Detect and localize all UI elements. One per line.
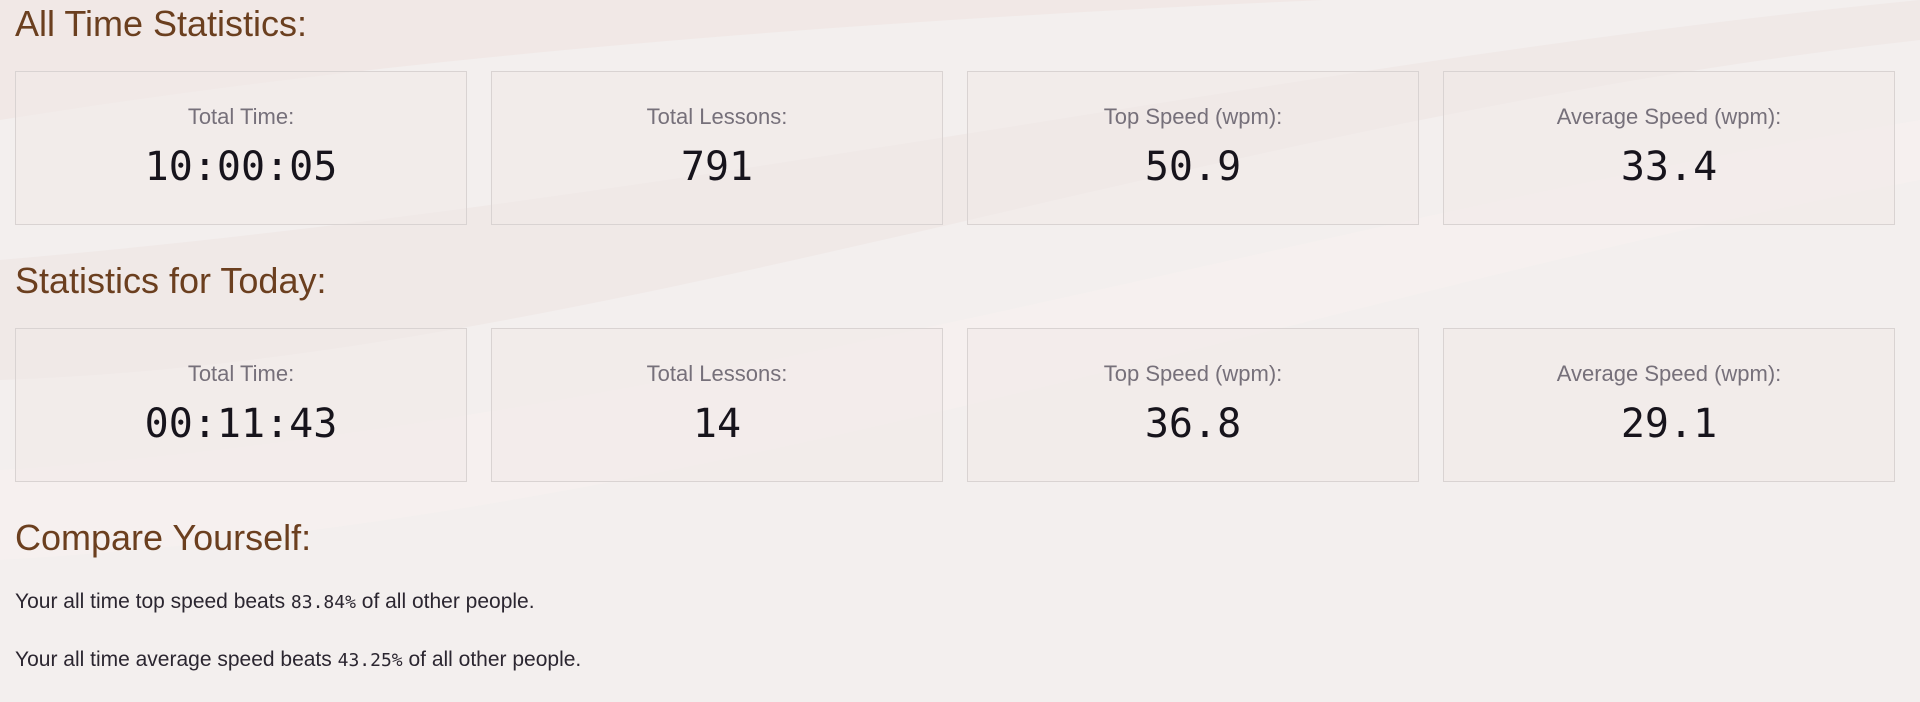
statistics-page: All Time Statistics: Total Time: 10:00:0… bbox=[0, 0, 1920, 672]
comparison-prefix: Your all time top speed beats bbox=[15, 590, 291, 613]
comparison-suffix: of all other people. bbox=[402, 648, 582, 671]
card-label: Total Lessons: bbox=[646, 104, 788, 129]
top-speed-percentile: 83.84% bbox=[290, 592, 356, 613]
comparison-suffix: of all other people. bbox=[355, 590, 535, 613]
card-value: 10:00:05 bbox=[144, 144, 338, 190]
today-statistics-heading: Statistics for Today: bbox=[15, 260, 327, 301]
all-time-total-time-card: Total Time: 10:00:05 bbox=[15, 71, 467, 225]
card-label: Top Speed (wpm): bbox=[1103, 361, 1283, 386]
today-total-time-card: Total Time: 00:11:43 bbox=[15, 328, 467, 482]
all-time-average-speed-card: Average Speed (wpm): 33.4 bbox=[1443, 71, 1895, 225]
card-value: 36.8 bbox=[1144, 401, 1242, 447]
card-label: Total Time: bbox=[187, 361, 295, 386]
card-label: Total Time: bbox=[187, 104, 295, 129]
today-average-speed-card: Average Speed (wpm): 29.1 bbox=[1443, 328, 1895, 482]
card-value: 00:11:43 bbox=[144, 401, 338, 447]
all-time-cards: Total Time: 10:00:05 Total Lessons: 791 … bbox=[15, 71, 1905, 225]
today-cards: Total Time: 00:11:43 Total Lessons: 14 T… bbox=[15, 328, 1905, 482]
comparison-prefix: Your all time average speed beats bbox=[15, 648, 338, 671]
today-top-speed-card: Top Speed (wpm): 36.8 bbox=[967, 328, 1419, 482]
card-label: Total Lessons: bbox=[646, 361, 788, 386]
all-time-statistics-heading: All Time Statistics: bbox=[15, 3, 308, 44]
card-value: 33.4 bbox=[1620, 144, 1718, 190]
average-speed-comparison: Your all time average speed beats 43.25%… bbox=[15, 648, 1905, 672]
card-value: 50.9 bbox=[1144, 144, 1242, 190]
all-time-total-lessons-card: Total Lessons: 791 bbox=[491, 71, 943, 225]
card-value: 29.1 bbox=[1620, 401, 1718, 447]
today-total-lessons-card: Total Lessons: 14 bbox=[491, 328, 943, 482]
card-value: 791 bbox=[680, 144, 754, 190]
top-speed-comparison: Your all time top speed beats 83.84% of … bbox=[15, 590, 1905, 614]
average-speed-percentile: 43.25% bbox=[337, 650, 403, 671]
card-label: Average Speed (wpm): bbox=[1556, 361, 1782, 386]
card-label: Top Speed (wpm): bbox=[1103, 104, 1283, 129]
all-time-top-speed-card: Top Speed (wpm): 50.9 bbox=[967, 71, 1419, 225]
card-label: Average Speed (wpm): bbox=[1556, 104, 1782, 129]
compare-yourself-heading: Compare Yourself: bbox=[15, 517, 312, 558]
card-value: 14 bbox=[692, 401, 742, 447]
